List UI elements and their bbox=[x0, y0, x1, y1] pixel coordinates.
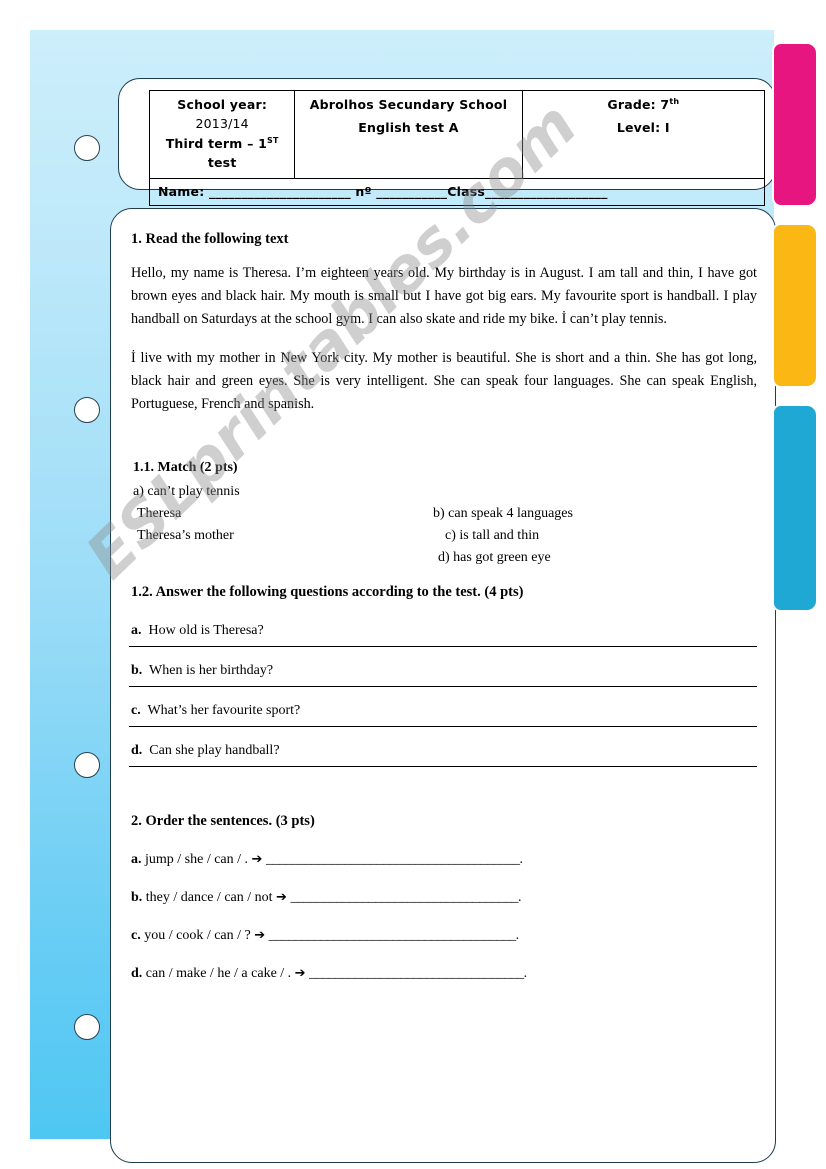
order-answer-blank[interactable]: ___________________________________ bbox=[290, 890, 518, 905]
question-body: How old is Theresa? bbox=[148, 623, 264, 638]
question-letter: c. bbox=[131, 703, 141, 718]
school-year-value: 2013/14 bbox=[195, 116, 249, 132]
grade-superscript: th bbox=[669, 96, 680, 106]
term-label: Third term – 1ST test bbox=[165, 135, 279, 171]
order-sentence-item: a. jump / she / can / . ➔ ______________… bbox=[131, 852, 761, 868]
order-words: they / dance / can / not bbox=[145, 890, 273, 905]
order-letter: d. bbox=[131, 966, 143, 981]
match-subject-theresas-mother[interactable]: Theresa’s mother bbox=[137, 526, 234, 546]
question-letter: b. bbox=[131, 663, 143, 678]
question-letter: a. bbox=[131, 623, 142, 638]
order-words: jump / she / can / . bbox=[145, 852, 249, 867]
name-number-class-field[interactable]: Name: ______________________ nº ________… bbox=[158, 182, 760, 201]
answer-line[interactable] bbox=[129, 766, 757, 767]
reading-paragraph-1: Hello, my name is Theresa. I’m eighteen … bbox=[131, 265, 757, 327]
match-title: 1.1. Match (2 pts) bbox=[133, 460, 238, 475]
binder-hole-icon bbox=[74, 397, 100, 423]
match-option-d[interactable]: d) has got green eye bbox=[438, 548, 551, 568]
header-card: School year: 2013/14 Third term – 1ST te… bbox=[118, 78, 776, 206]
binder-hole-icon bbox=[74, 1014, 100, 1040]
order-end-punctuation: . bbox=[519, 852, 523, 867]
grade-label: Grade: 7th bbox=[607, 96, 680, 112]
question-letter: d. bbox=[131, 743, 143, 758]
school-name: Abrolhos Secundary School bbox=[309, 97, 508, 112]
blue-paper-sheet: School year: 2013/14 Third term – 1ST te… bbox=[30, 30, 776, 1163]
question-item: d. Can she play handball? bbox=[129, 727, 759, 767]
question-text: b. When is her birthday? bbox=[131, 647, 759, 686]
order-end-punctuation: . bbox=[515, 928, 520, 943]
grade-level-cell: Grade: 7th Level: I bbox=[521, 90, 766, 179]
worksheet-body-card: 1. Read the following text Hello, my nam… bbox=[110, 208, 776, 1163]
side-tab-yellow bbox=[772, 223, 818, 388]
term-superscript: ST bbox=[266, 135, 279, 145]
match-option-b[interactable]: b) can speak 4 languages bbox=[433, 504, 573, 524]
reading-paragraph-2: İ live with my mother in New York city. … bbox=[131, 350, 757, 412]
arrow-icon: ➔ bbox=[276, 890, 287, 905]
question-text: c. What’s her favourite sport? bbox=[131, 687, 759, 726]
answer-questions-title: 1.2. Answer the following questions acco… bbox=[131, 584, 524, 600]
worksheet-body-content: 1. Read the following text Hello, my nam… bbox=[127, 223, 761, 982]
order-letter: b. bbox=[131, 890, 143, 905]
student-info-row: Name: ______________________ nº ________… bbox=[149, 177, 765, 206]
order-sentence-item: d. can / make / he / a cake / . ➔ ______… bbox=[131, 966, 761, 982]
order-sentence-item: c. you / cook / can / ? ➔ ______________… bbox=[131, 928, 761, 944]
test-name: English test A bbox=[358, 120, 459, 136]
arrow-icon: ➔ bbox=[294, 966, 306, 981]
order-letter: c. bbox=[131, 928, 141, 943]
order-letter: a. bbox=[131, 852, 142, 867]
side-tab-blue bbox=[772, 404, 818, 612]
arrow-icon: ➔ bbox=[254, 928, 266, 943]
order-answer-blank[interactable]: ______________________________________ bbox=[269, 928, 517, 943]
header-table: School year: 2013/14 Third term – 1ST te… bbox=[148, 90, 766, 206]
binder-hole-icon bbox=[74, 752, 100, 778]
school-name-cell: Abrolhos Secundary School English test A bbox=[294, 90, 523, 179]
order-words: can / make / he / a cake / . bbox=[145, 966, 292, 981]
match-exercise: 1.1. Match (2 pts) a) can’t play tennis … bbox=[133, 460, 761, 570]
order-sentence-item: b. they / dance / can / not ➔ __________… bbox=[131, 890, 761, 906]
question-item: b. When is her birthday? bbox=[129, 647, 759, 687]
exercise-1-title: 1. Read the following text bbox=[131, 231, 289, 247]
question-text: d. Can she play handball? bbox=[131, 727, 759, 766]
school-year-cell: School year: 2013/14 Third term – 1ST te… bbox=[148, 90, 296, 179]
question-item: a. How old is Theresa? bbox=[129, 601, 759, 647]
match-option-a[interactable]: a) can’t play tennis bbox=[133, 482, 240, 502]
worksheet-page: School year: 2013/14 Third term – 1ST te… bbox=[0, 0, 826, 1169]
school-year-label: School year: bbox=[177, 97, 268, 112]
arrow-icon: ➔ bbox=[251, 852, 263, 867]
question-body: Can she play handball? bbox=[149, 743, 280, 758]
order-answer-blank[interactable]: _______________________________________ bbox=[266, 852, 520, 867]
level-label: Level: I bbox=[616, 120, 670, 136]
question-text: a. How old is Theresa? bbox=[131, 601, 759, 646]
header-table-row: School year: 2013/14 Third term – 1ST te… bbox=[148, 90, 766, 179]
exercise-2-title: 2. Order the sentences. (3 pts) bbox=[131, 813, 315, 829]
name-number-class-cell[interactable]: Name: ______________________ nº ________… bbox=[149, 177, 765, 206]
match-subject-theresa[interactable]: Theresa bbox=[137, 504, 181, 524]
binder-hole-icon bbox=[74, 135, 100, 161]
question-body: What’s her favourite sport? bbox=[147, 703, 301, 718]
question-body: When is her birthday? bbox=[149, 663, 274, 678]
side-tab-pink bbox=[772, 42, 818, 207]
match-option-c[interactable]: c) is tall and thin bbox=[445, 526, 539, 546]
order-words: you / cook / can / ? bbox=[144, 928, 251, 943]
order-end-punctuation: . bbox=[523, 966, 528, 981]
question-item: c. What’s her favourite sport? bbox=[129, 687, 759, 727]
order-answer-blank[interactable]: _________________________________ bbox=[309, 966, 524, 981]
order-end-punctuation: . bbox=[517, 890, 522, 905]
